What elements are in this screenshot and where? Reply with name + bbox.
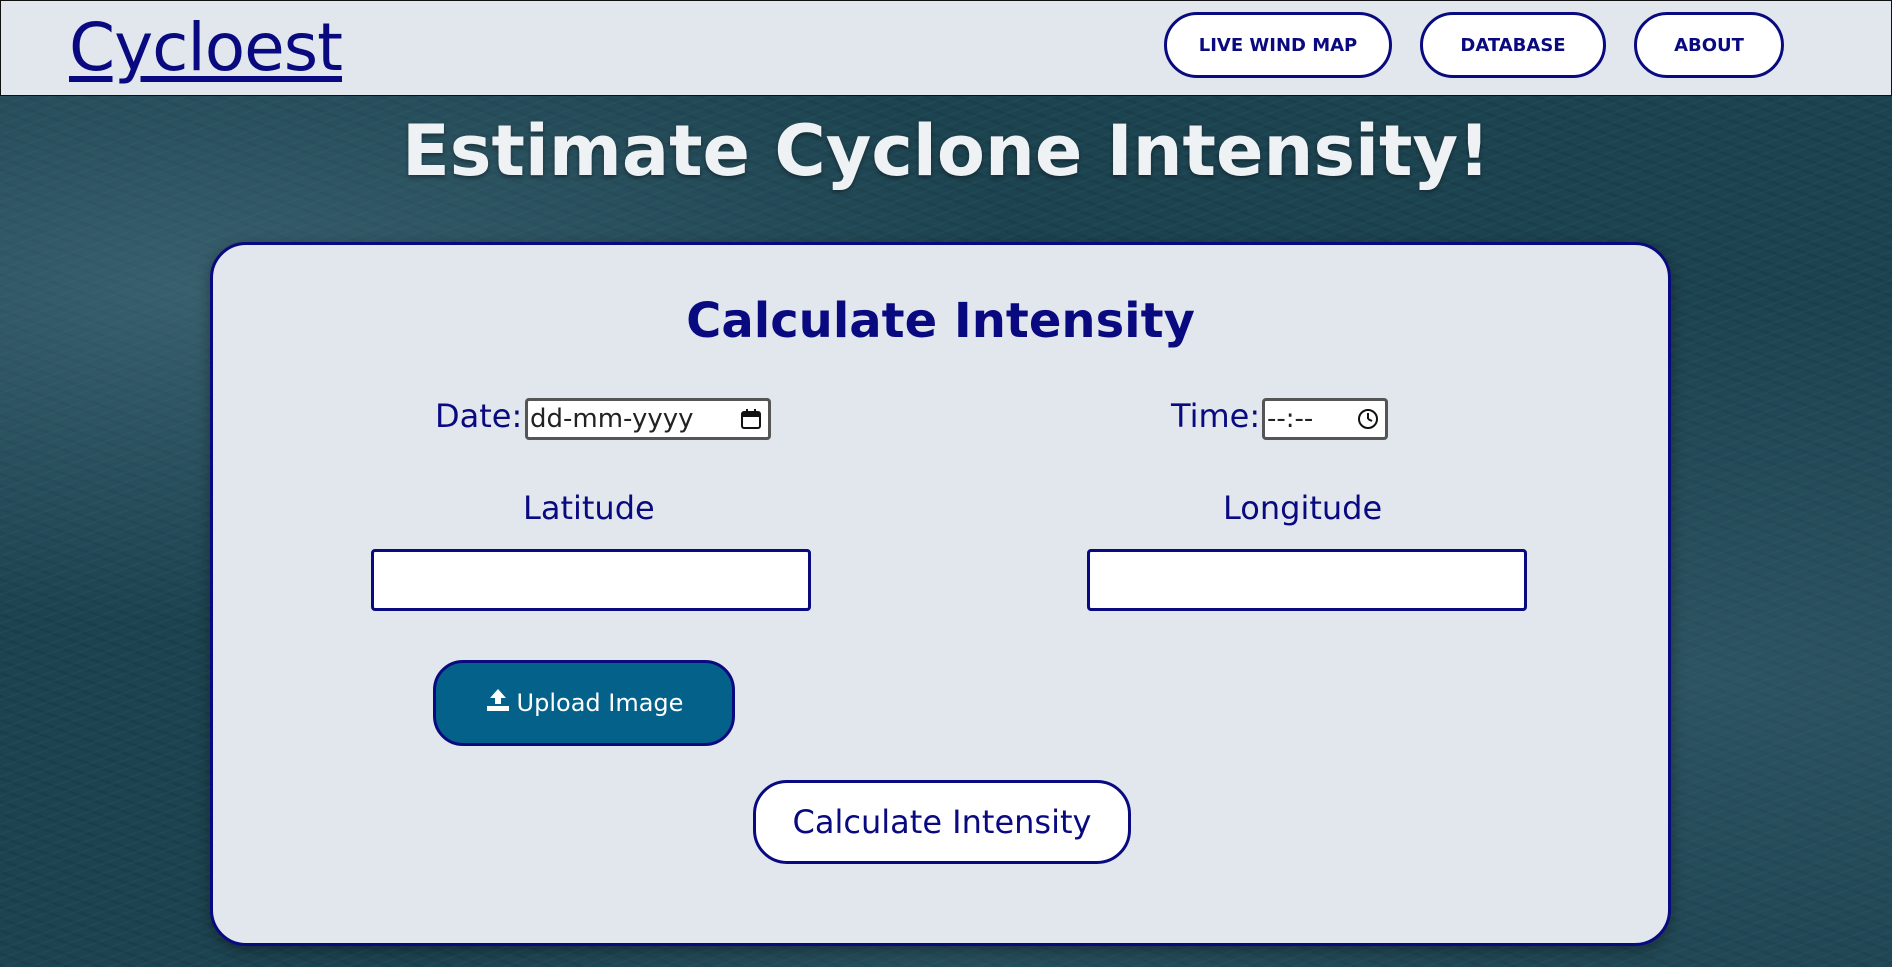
latitude-input[interactable]: [371, 549, 811, 611]
date-label: Date:: [435, 397, 523, 435]
upload-image-label: Upload Image: [516, 689, 684, 717]
longitude-label: Longitude: [1223, 489, 1383, 527]
upload-image-button[interactable]: Upload Image: [433, 660, 735, 746]
time-label: Time:: [1171, 397, 1261, 435]
time-placeholder: --:--: [1267, 404, 1314, 434]
brand-logo-link[interactable]: Cycloest: [69, 9, 343, 86]
nav-database-button[interactable]: DATABASE: [1420, 12, 1606, 78]
time-input[interactable]: --:--: [1262, 398, 1388, 440]
intensity-form-card: Calculate Intensity Date: dd-mm-yyyy Tim…: [210, 242, 1671, 946]
date-input[interactable]: dd-mm-yyyy: [525, 398, 771, 440]
form-title: Calculate Intensity: [686, 293, 1195, 349]
nav-about-button[interactable]: ABOUT: [1634, 12, 1784, 78]
longitude-input[interactable]: [1087, 549, 1527, 611]
top-navbar: Cycloest LIVE WIND MAP DATABASE ABOUT: [0, 0, 1892, 96]
date-placeholder: dd-mm-yyyy: [530, 404, 694, 434]
page-title: Estimate Cyclone Intensity!: [401, 110, 1490, 192]
upload-icon: [485, 687, 511, 719]
clock-icon[interactable]: [1357, 408, 1379, 430]
latitude-label: Latitude: [523, 489, 655, 527]
nav-live-wind-map-button[interactable]: LIVE WIND MAP: [1164, 12, 1392, 78]
calculate-intensity-button[interactable]: Calculate Intensity: [753, 780, 1131, 864]
calendar-icon[interactable]: [740, 408, 762, 430]
